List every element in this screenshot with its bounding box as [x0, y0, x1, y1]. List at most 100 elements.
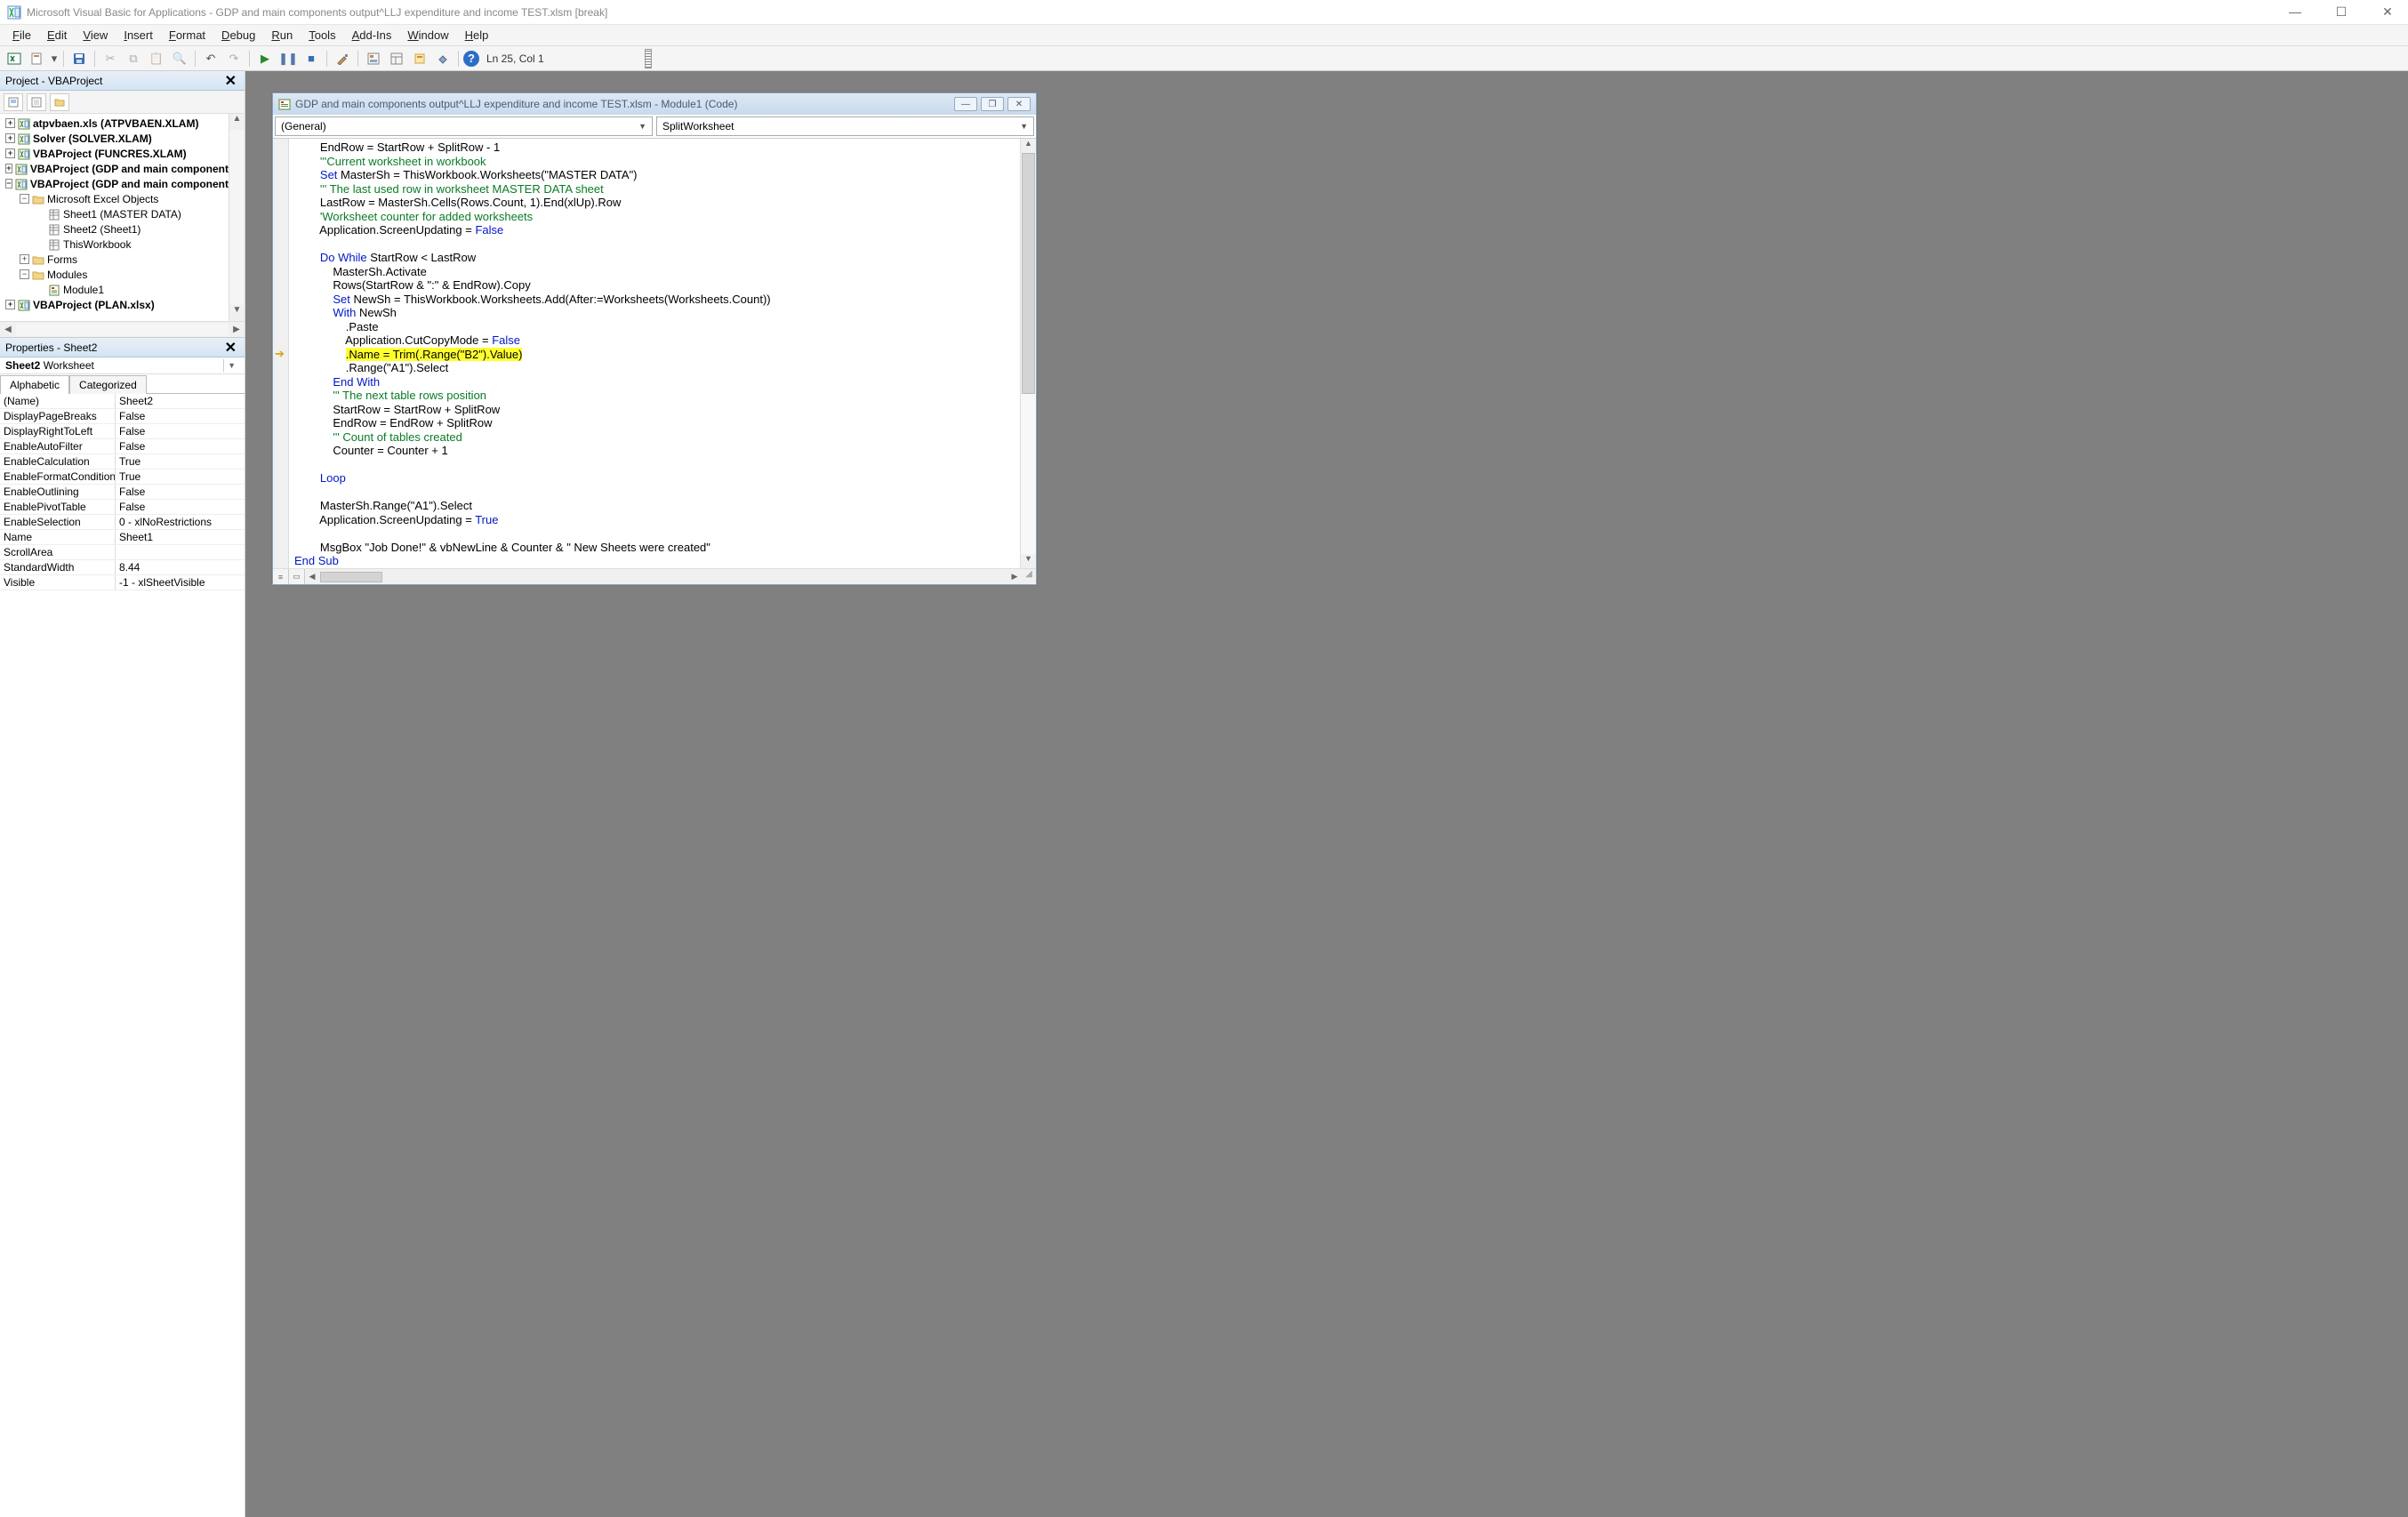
toolbox-icon[interactable] [432, 49, 454, 68]
menu-edit[interactable]: Edit [40, 27, 74, 44]
reset-icon[interactable]: ■ [301, 49, 322, 68]
property-row[interactable]: EnableCalculationTrue [0, 454, 245, 470]
menu-help[interactable]: Help [458, 27, 496, 44]
tree-hscrollbar[interactable]: ◀▶ [0, 321, 245, 337]
tree-node[interactable]: +Solver (SOLVER.XLAM) [0, 131, 245, 146]
property-value[interactable]: Sheet2 [116, 394, 245, 408]
tree-node[interactable]: Module1 [0, 282, 245, 297]
run-icon[interactable]: ▶ [254, 49, 276, 68]
property-row[interactable]: StandardWidth8.44 [0, 560, 245, 575]
menu-format[interactable]: Format [162, 27, 213, 44]
cut-icon[interactable]: ✂ [100, 49, 121, 68]
tree-node[interactable]: +VBAProject (FUNCRES.XLAM) [0, 146, 245, 161]
menu-tools[interactable]: Tools [301, 27, 342, 44]
expander-icon[interactable]: − [5, 179, 12, 189]
property-value[interactable] [116, 545, 245, 559]
insert-dropdown-icon[interactable] [27, 49, 48, 68]
tree-node[interactable]: Sheet1 (MASTER DATA) [0, 206, 245, 221]
property-row[interactable]: EnablePivotTableFalse [0, 500, 245, 515]
properties-window-icon[interactable] [386, 49, 407, 68]
undo-icon[interactable]: ↶ [200, 49, 221, 68]
expander-icon[interactable]: + [20, 254, 29, 264]
dropdown-arrow-icon[interactable]: ▼ [223, 359, 239, 372]
code-maximize-button[interactable]: ❐ [981, 97, 1004, 111]
expander-icon[interactable]: − [20, 194, 29, 204]
project-panel-close-icon[interactable]: ✕ [222, 72, 239, 90]
properties-object-selector[interactable]: Sheet2 Worksheet ▼ [0, 357, 245, 374]
property-value[interactable]: True [116, 454, 245, 469]
expander-icon[interactable]: + [5, 148, 15, 158]
property-value[interactable]: False [116, 424, 245, 438]
tab-categorized[interactable]: Categorized [69, 375, 147, 394]
menu-file[interactable]: File [5, 27, 38, 44]
procedure-dropdown[interactable]: SplitWorksheet ▼ [656, 116, 1034, 136]
copy-icon[interactable]: ⧉ [123, 49, 144, 68]
full-module-view-icon[interactable]: ▭ [289, 569, 305, 584]
menu-window[interactable]: Window [400, 27, 455, 44]
property-row[interactable]: DisplayPageBreaksFalse [0, 409, 245, 424]
code-vscrollbar[interactable]: ▲ ▼ [1020, 139, 1036, 568]
tree-node[interactable]: +VBAProject (GDP and main component [0, 161, 245, 176]
tree-node[interactable]: −Microsoft Excel Objects [0, 191, 245, 206]
property-row[interactable]: EnableAutoFilterFalse [0, 439, 245, 454]
code-window-titlebar[interactable]: GDP and main components output^LLJ expen… [273, 93, 1036, 115]
code-hscrollbar[interactable]: ◀ ▶ [305, 569, 1022, 584]
resize-grip-icon[interactable]: ◢ [1022, 569, 1036, 584]
property-row[interactable]: ScrollArea [0, 545, 245, 560]
property-value[interactable]: False [116, 439, 245, 453]
tree-node[interactable]: +VBAProject (PLAN.xlsx) [0, 297, 245, 312]
menu-view[interactable]: View [76, 27, 115, 44]
expander-icon[interactable]: + [5, 300, 15, 309]
break-icon[interactable]: ❚❚ [277, 49, 299, 68]
view-object-icon[interactable] [27, 93, 46, 111]
property-row[interactable]: EnableFormatConditionsCTrue [0, 470, 245, 485]
menu-debug[interactable]: Debug [214, 27, 262, 44]
close-button[interactable]: ✕ [2374, 4, 2401, 20]
tree-node[interactable]: ThisWorkbook [0, 237, 245, 252]
tab-alphabetic[interactable]: Alphabetic [0, 375, 69, 394]
expander-icon[interactable]: + [5, 133, 15, 143]
property-value[interactable]: False [116, 500, 245, 514]
property-value[interactable]: False [116, 485, 245, 499]
save-icon[interactable] [68, 49, 90, 68]
toggle-folders-icon[interactable] [50, 93, 69, 111]
property-value[interactable]: 0 - xlNoRestrictions [116, 515, 245, 529]
tree-node[interactable]: −VBAProject (GDP and main component [0, 176, 245, 191]
code-gutter[interactable]: ➔ [273, 139, 289, 568]
help-icon[interactable]: ? [463, 51, 479, 67]
tree-node[interactable]: +Forms [0, 252, 245, 267]
code-close-button[interactable]: ✕ [1007, 97, 1031, 111]
project-tree[interactable]: +atpvbaen.xls (ATPVBAEN.XLAM)+Solver (SO… [0, 114, 245, 321]
expander-icon[interactable]: − [20, 269, 29, 279]
property-value[interactable]: True [116, 470, 245, 484]
properties-panel-close-icon[interactable]: ✕ [222, 339, 239, 357]
project-explorer-icon[interactable] [363, 49, 384, 68]
expander-icon[interactable]: + [5, 164, 12, 173]
paste-icon[interactable]: 📋 [146, 49, 167, 68]
procedure-view-icon[interactable]: ≡ [273, 569, 289, 584]
dropdown-arrow-icon[interactable]: ▾ [50, 49, 59, 68]
tree-node[interactable]: −Modules [0, 267, 245, 282]
tree-node[interactable]: +atpvbaen.xls (ATPVBAEN.XLAM) [0, 116, 245, 131]
view-excel-icon[interactable] [4, 49, 25, 68]
object-browser-icon[interactable] [409, 49, 430, 68]
property-row[interactable]: (Name)Sheet2 [0, 394, 245, 409]
code-editor[interactable]: EndRow = StartRow + SplitRow - 1 '''Curr… [289, 139, 1020, 568]
properties-grid[interactable]: (Name)Sheet2DisplayPageBreaksFalseDispla… [0, 393, 245, 1517]
property-value[interactable]: Sheet1 [116, 530, 245, 544]
property-value[interactable]: 8.44 [116, 560, 245, 574]
property-row[interactable]: EnableOutliningFalse [0, 485, 245, 500]
property-row[interactable]: EnableSelection0 - xlNoRestrictions [0, 515, 245, 530]
find-icon[interactable]: 🔍 [169, 49, 190, 68]
tree-node[interactable]: Sheet2 (Sheet1) [0, 221, 245, 237]
toolbar-drag-handle[interactable] [645, 49, 652, 68]
view-code-icon[interactable] [4, 93, 23, 111]
expander-icon[interactable]: + [5, 118, 15, 128]
menu-add-ins[interactable]: Add-Ins [345, 27, 399, 44]
property-value[interactable]: -1 - xlSheetVisible [116, 575, 245, 590]
menu-run[interactable]: Run [264, 27, 300, 44]
menu-insert[interactable]: Insert [116, 27, 160, 44]
design-mode-icon[interactable] [332, 49, 353, 68]
object-dropdown[interactable]: (General) ▼ [275, 116, 653, 136]
maximize-button[interactable]: ☐ [2328, 4, 2355, 20]
